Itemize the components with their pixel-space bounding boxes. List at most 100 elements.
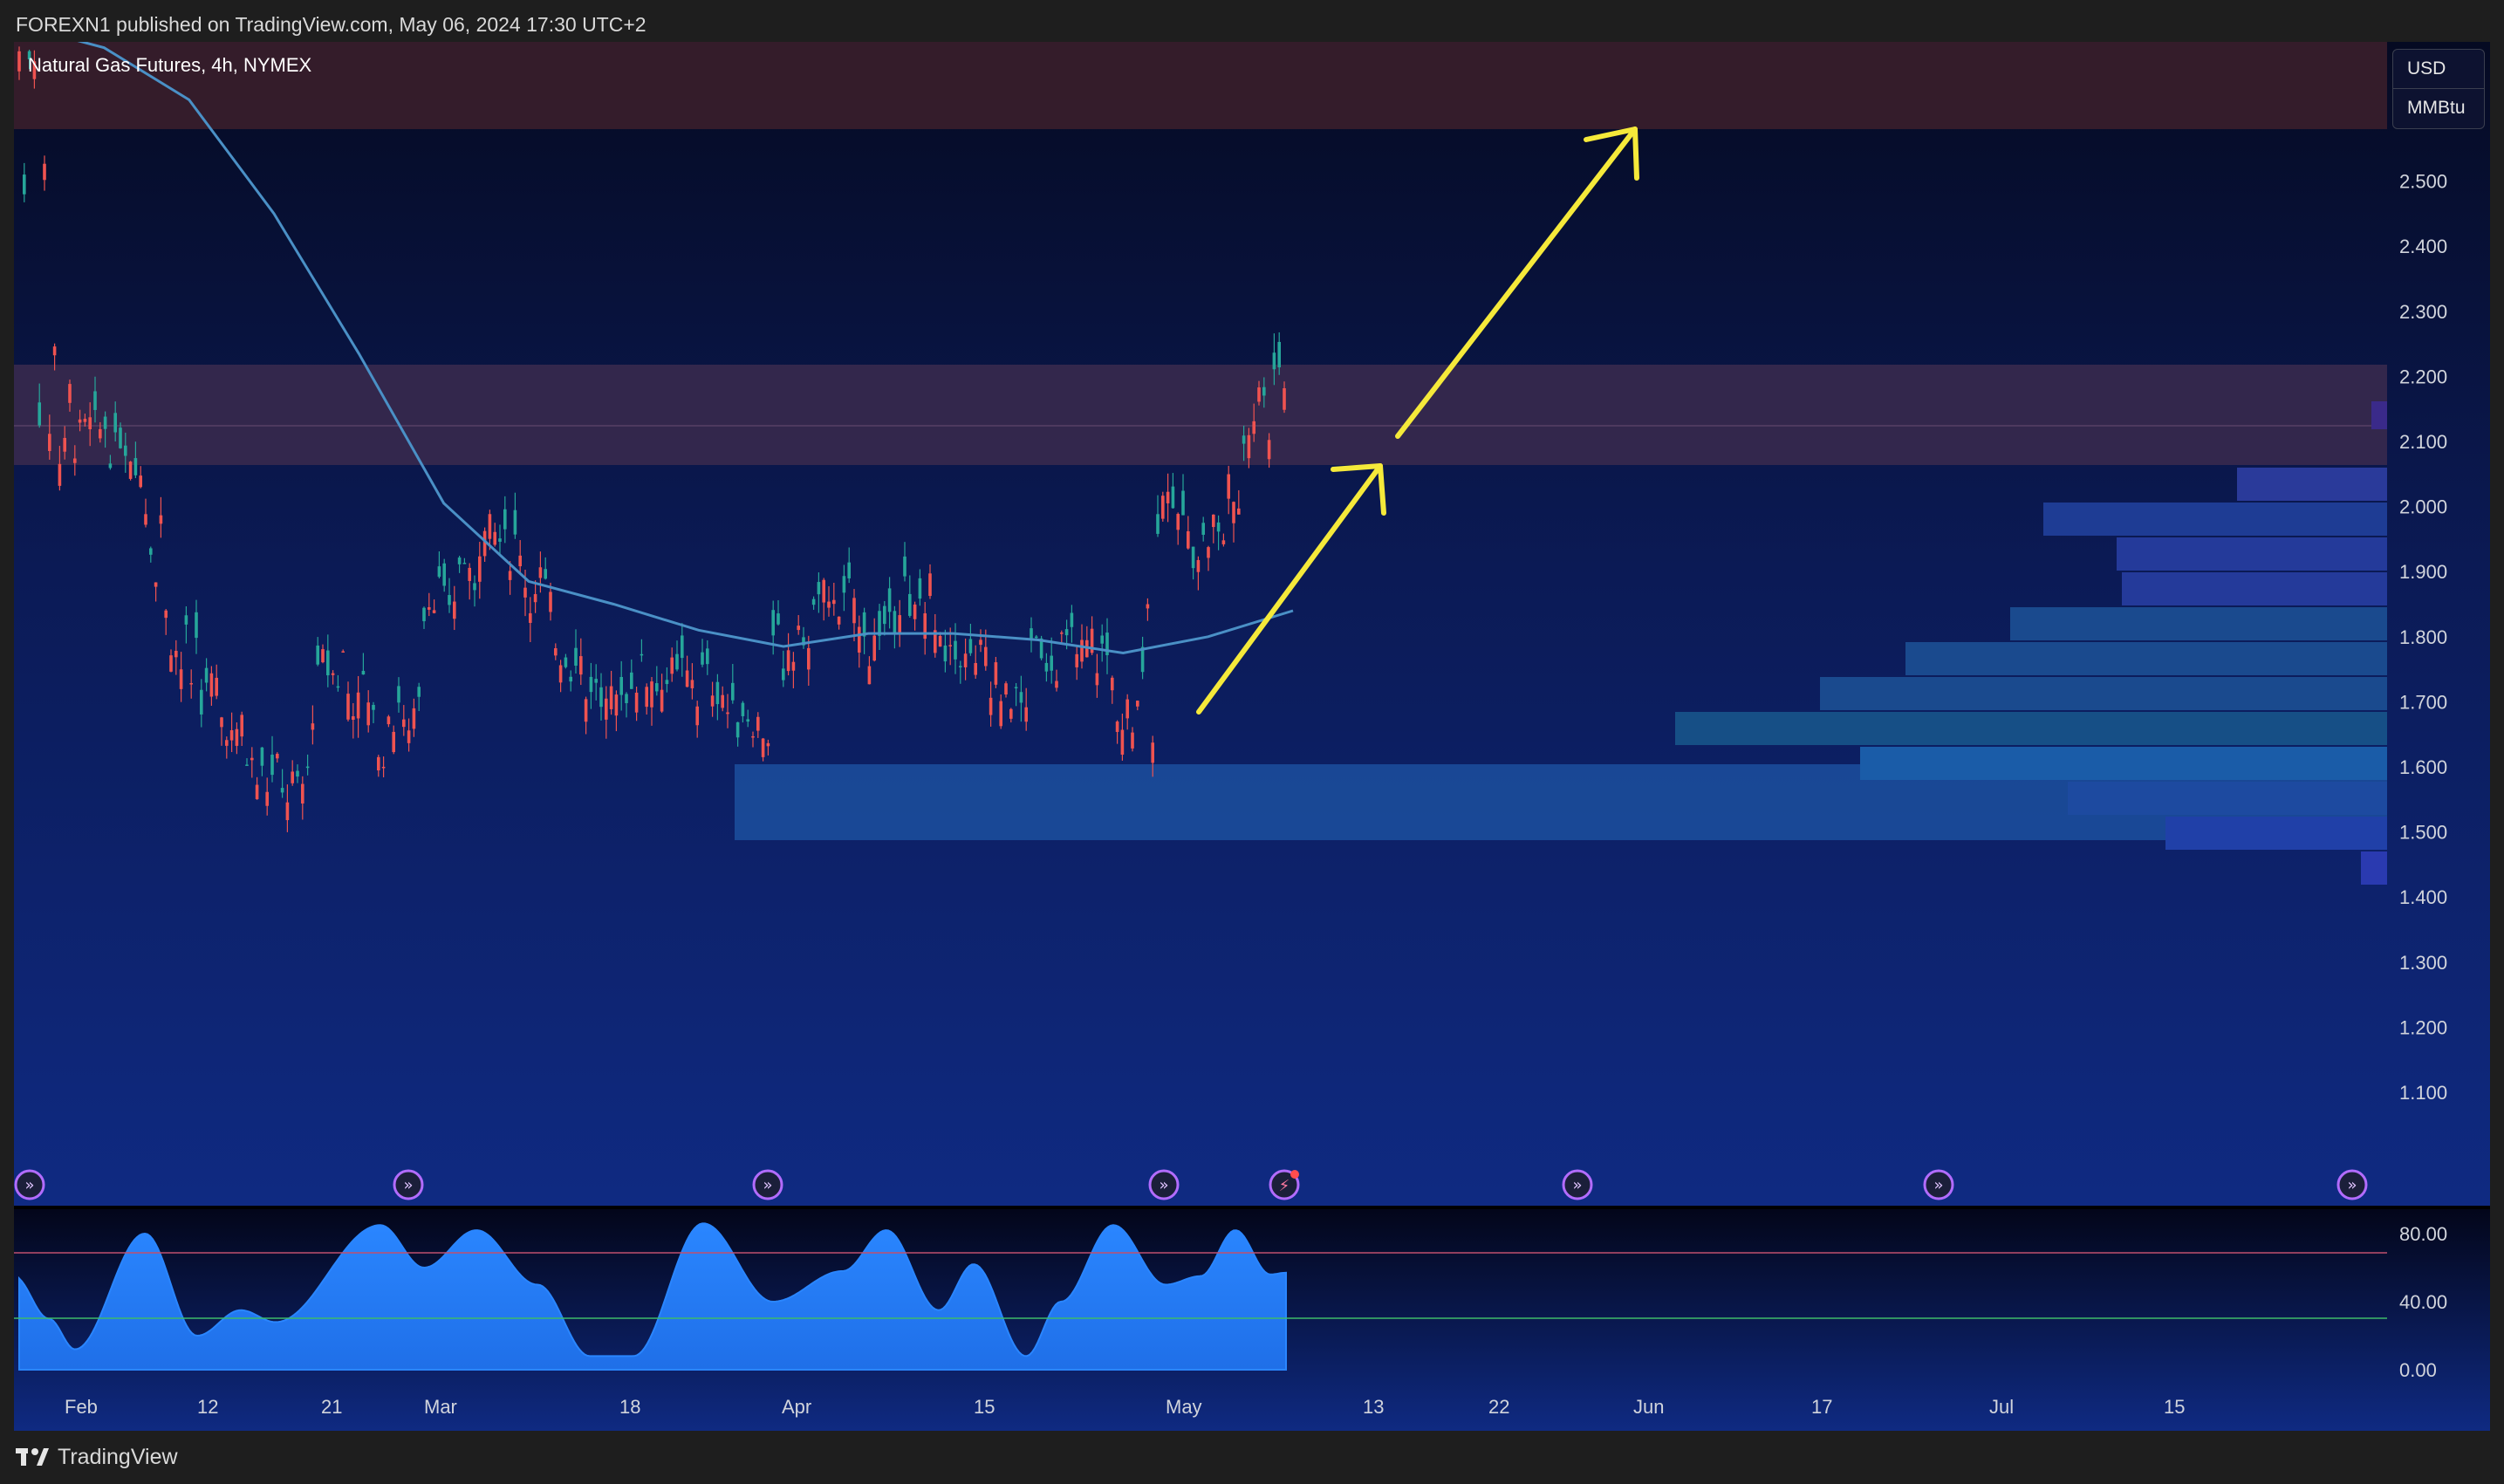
candle-body <box>341 651 345 653</box>
candle-body <box>240 715 243 737</box>
candle-body <box>807 647 811 670</box>
candle-body <box>407 730 411 743</box>
candle-body <box>918 578 922 599</box>
candle-body <box>938 635 942 647</box>
price-tick-label: 1.300 <box>2399 952 2447 974</box>
candle-body <box>822 579 825 603</box>
candle-body <box>898 615 901 633</box>
candle-body <box>954 640 957 660</box>
candle-body <box>903 556 907 577</box>
candle-body <box>215 677 218 696</box>
vp-bar-10 <box>1860 747 2387 780</box>
price-chart-svg[interactable]: » » » » ⚡ » » » 2.6002.5002.4002.3002.20… <box>14 42 2490 1431</box>
candle-body <box>468 567 471 581</box>
candle-body <box>994 662 998 685</box>
candle-body <box>529 612 532 623</box>
candle-body <box>619 676 623 695</box>
candle-body <box>229 730 234 741</box>
candle-body <box>574 647 578 666</box>
candle-body <box>1115 721 1119 732</box>
candle-body <box>1125 699 1129 719</box>
time-tick-label: Jul <box>1989 1396 2014 1418</box>
time-tick-label: Mar <box>424 1396 457 1418</box>
news-flash-icon[interactable]: ⚡ <box>1269 1169 1300 1200</box>
event-icon[interactable]: » <box>14 1169 45 1200</box>
candle-body <box>695 706 699 726</box>
candle-body <box>488 514 492 539</box>
candle-body <box>1050 655 1053 671</box>
event-icon[interactable]: » <box>1562 1169 1593 1200</box>
candle-body <box>609 686 613 709</box>
tradingview-logo[interactable]: TradingView <box>16 1440 178 1474</box>
candle-body <box>48 434 51 451</box>
candle-body <box>1191 546 1195 569</box>
publish-header: FOREXN1 published on TradingView.com, Ma… <box>16 13 647 36</box>
candle-body <box>200 689 203 715</box>
candle-body <box>731 682 735 701</box>
candle-body <box>847 562 851 578</box>
candle-body <box>558 665 563 683</box>
candle-body <box>974 662 977 675</box>
candle-body <box>17 51 21 72</box>
event-icon[interactable]: » <box>1923 1169 1954 1200</box>
candle-body <box>276 754 279 759</box>
candle-body <box>883 605 886 625</box>
candle-body <box>356 692 360 719</box>
candle-body <box>1095 673 1099 686</box>
event-icon[interactable]: » <box>393 1169 424 1200</box>
candle-body <box>366 702 370 726</box>
time-tick-label: 12 <box>197 1396 218 1418</box>
candle-body <box>735 721 740 738</box>
candle-body <box>1196 559 1201 572</box>
candle-body <box>1009 708 1013 719</box>
candle-body <box>630 672 633 689</box>
candle-body <box>544 569 547 579</box>
candle-body <box>285 802 290 821</box>
candle-body <box>842 576 846 593</box>
candle-body <box>655 683 659 692</box>
candle-body <box>1262 386 1266 396</box>
candle-body <box>634 692 639 713</box>
chart-panel[interactable]: » » » » ⚡ » » » 2.6002.5002.4002.3002.20… <box>14 42 2490 1431</box>
candle-body <box>858 626 861 653</box>
time-tick-label: 21 <box>321 1396 342 1418</box>
candle-body <box>1187 530 1190 549</box>
vp-bar-7 <box>1905 642 2387 675</box>
candle-body <box>113 413 117 433</box>
price-tick-label: 1.900 <box>2399 561 2447 583</box>
unit-selector[interactable]: USD MMBtu <box>2392 49 2485 129</box>
candle-body <box>493 531 496 545</box>
candle-body <box>195 612 198 639</box>
vp-bar-5 <box>2122 572 2387 605</box>
candle-body <box>523 587 527 598</box>
event-icon[interactable]: » <box>2336 1169 2368 1200</box>
event-icon[interactable]: » <box>752 1169 783 1200</box>
candle-body <box>225 740 229 746</box>
candle-body <box>614 694 619 716</box>
candle-body <box>1272 352 1276 370</box>
unit-label[interactable]: MMBtu <box>2393 89 2484 127</box>
time-tick-label: 17 <box>1811 1396 1832 1418</box>
price-tick-label: 1.500 <box>2399 822 2447 844</box>
currency-label[interactable]: USD <box>2393 50 2484 88</box>
candle-body <box>746 719 749 722</box>
candle-body <box>887 588 892 612</box>
candle-body <box>959 666 962 667</box>
candle-body <box>93 391 97 410</box>
candle-body <box>908 593 912 616</box>
candle-body <box>1044 662 1049 672</box>
candle-body <box>442 563 446 586</box>
candle-body <box>397 686 400 703</box>
candle-body <box>108 463 113 468</box>
candle-body <box>1166 491 1170 503</box>
symbol-label[interactable]: Natural Gas Futures, 4h, NYMEX <box>28 54 311 77</box>
time-tick-label: 15 <box>974 1396 995 1418</box>
supply-zone-lower <box>14 365 2387 465</box>
candle-body <box>346 694 350 720</box>
candle-body <box>280 788 284 793</box>
vp-bar-13 <box>2361 851 2387 885</box>
event-icon[interactable]: » <box>1148 1169 1180 1200</box>
vp-bar-1 <box>2371 401 2387 429</box>
candle-body <box>377 756 380 771</box>
candle-body <box>1080 639 1084 662</box>
